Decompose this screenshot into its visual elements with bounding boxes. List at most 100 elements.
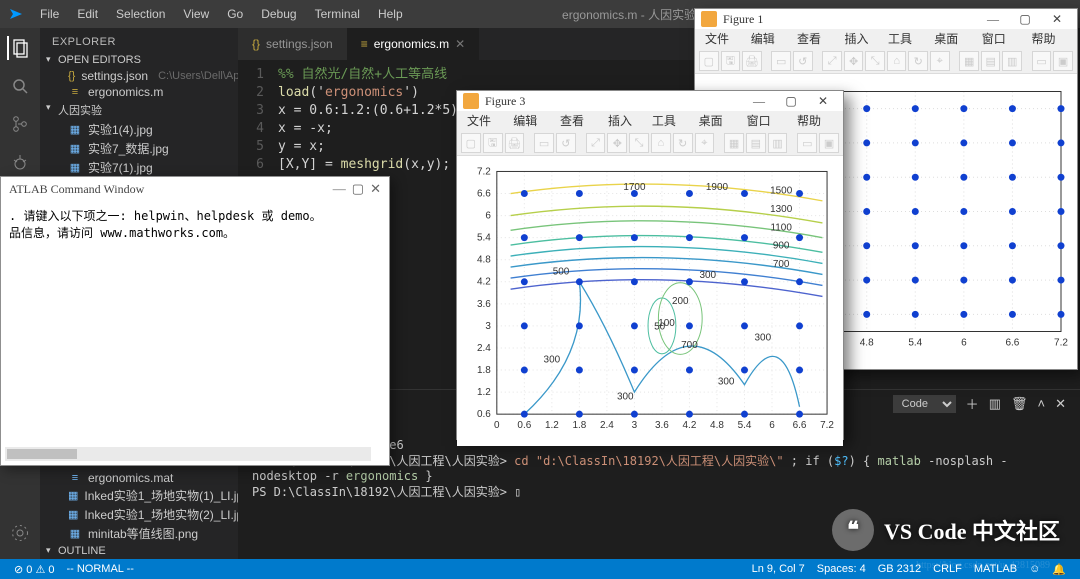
fig-menu-item[interactable]: 插入(I) [604, 111, 644, 131]
toolbar-button[interactable]: ↻ [908, 51, 928, 71]
file-item[interactable]: ▦实验7(1).jpg [40, 158, 238, 177]
toolbar-button[interactable]: ✥ [607, 133, 627, 153]
toolbar-button[interactable]: ⌖ [930, 51, 950, 71]
toolbar-button[interactable]: ⌖ [695, 133, 715, 153]
toolbar-button[interactable]: ▣ [819, 133, 839, 153]
toolbar-button[interactable]: ▭ [771, 51, 791, 71]
toolbar-button[interactable]: ▭ [797, 133, 817, 153]
open-editor-item[interactable]: ≡ergonomics.m [40, 84, 238, 100]
toolbar-button[interactable]: ▥ [1002, 51, 1022, 71]
toolbar-button[interactable]: ↻ [673, 133, 693, 153]
panel-split-icon[interactable]: ▥ [989, 396, 1001, 412]
fig-menu-item[interactable]: 文件(F) [463, 111, 505, 131]
cmdwin-close-icon[interactable]: ✕ [370, 181, 381, 197]
file-item[interactable]: ▦实验7_数据.jpg [40, 139, 238, 158]
toolbar-button[interactable]: ✥ [844, 51, 864, 71]
toolbar-button[interactable]: ▢ [699, 51, 719, 71]
file-icon: ≡ [361, 37, 368, 51]
toolbar-button[interactable]: ▤ [746, 133, 766, 153]
toolbar-button[interactable]: ⤡ [629, 133, 649, 153]
menu-edit[interactable]: Edit [69, 3, 106, 25]
menu-go[interactable]: Go [219, 3, 251, 25]
file-item[interactable]: ▦实验1(4).jpg [40, 120, 238, 139]
toolbar-button[interactable]: ▭ [1032, 51, 1052, 71]
fig1-close-button[interactable]: ✕ [1043, 9, 1071, 29]
fig-menu-item[interactable]: 工具(T) [884, 29, 926, 49]
toolbar-button[interactable]: ⌂ [651, 133, 671, 153]
toolbar-button[interactable]: ▭ [534, 133, 554, 153]
toolbar-button[interactable]: 🖫 [721, 51, 741, 71]
fig3-max-button[interactable]: ▢ [777, 91, 805, 111]
toolbar-button[interactable]: 🖫 [483, 133, 503, 153]
fig-menu-item[interactable]: 查看(V) [793, 29, 836, 49]
fig-menu-item[interactable]: 帮助(H) [793, 111, 837, 131]
menu-help[interactable]: Help [370, 3, 411, 25]
fig-menu-item[interactable]: 窗口(W) [743, 111, 789, 131]
fig1-max-button[interactable]: ▢ [1011, 9, 1039, 29]
toolbar-button[interactable]: 🖨 [742, 51, 762, 71]
cmdwin-body[interactable]: . 请键入以下项之一: helpwin、helpdesk 或 demo。 品信息… [1, 201, 389, 465]
toolbar-button[interactable]: ▤ [981, 51, 1001, 71]
folder-section[interactable]: 人因实验 [40, 100, 238, 120]
file-item[interactable]: ▦minitab等值线图.png [40, 524, 238, 543]
file-item[interactable]: ▦Inked实验1_场地实物(2)_LI.jpg [40, 505, 238, 524]
menu-file[interactable]: File [32, 3, 67, 25]
status-item[interactable]: Ln 9, Col 7 [746, 563, 811, 576]
editor-tab[interactable]: {}settings.json [238, 28, 347, 60]
file-item[interactable]: ▦Inked实验1_场地实物(1)_LI.jpg [40, 486, 238, 505]
toolbar-button[interactable]: ▦ [724, 133, 744, 153]
menu-selection[interactable]: Selection [108, 3, 173, 25]
cmdwin-scrollbar[interactable] [5, 447, 371, 461]
cmdwin-max-icon[interactable]: ▢ [352, 181, 364, 197]
menu-view[interactable]: View [175, 3, 217, 25]
toolbar-button[interactable]: ⤢ [586, 133, 606, 153]
figure3-axes[interactable]: 00.61.21.82.433.64.24.85.466.67.20.61.21… [457, 156, 843, 446]
fig-menu-item[interactable]: 查看(V) [556, 111, 600, 131]
fig-menu-item[interactable]: 桌面(D) [930, 29, 973, 49]
toolbar-button[interactable]: ▢ [461, 133, 481, 153]
status-item[interactable]: 🔔 [1046, 563, 1072, 576]
fig3-close-button[interactable]: ✕ [809, 91, 837, 111]
status-item[interactable]: Spaces: 4 [811, 563, 872, 576]
fig-menu-item[interactable]: 编辑(E) [509, 111, 552, 131]
toolbar-button[interactable]: ▥ [768, 133, 788, 153]
settings-activity-icon[interactable] [8, 521, 32, 545]
fig-menu-item[interactable]: 插入(I) [841, 29, 880, 49]
git-activity-icon[interactable] [8, 112, 32, 136]
fig-menu-item[interactable]: 文件(F) [701, 29, 743, 49]
fig-menu-item[interactable]: 工具(T) [648, 111, 691, 131]
fig-menu-item[interactable]: 桌面(D) [695, 111, 739, 131]
toolbar-button[interactable]: ⌂ [887, 51, 907, 71]
toolbar-button[interactable]: ↺ [556, 133, 576, 153]
fig3-min-button[interactable]: — [745, 91, 773, 111]
tab-close-icon[interactable]: ✕ [455, 37, 465, 51]
status-item[interactable]: ⊘ 0 ⚠ 0 [8, 563, 60, 576]
toolbar-button[interactable]: ⤢ [822, 51, 842, 71]
debug-activity-icon[interactable] [8, 150, 32, 174]
cmdwin-min-icon[interactable]: — [333, 181, 346, 197]
menu-terminal[interactable]: Terminal [307, 3, 368, 25]
open-editors-section[interactable]: OPEN EDITORS [40, 52, 238, 68]
terminal-selector[interactable]: Code [893, 395, 956, 413]
menu-debug[interactable]: Debug [253, 3, 304, 25]
file-item[interactable]: ≡ergonomics.mat [40, 470, 238, 486]
toolbar-button[interactable]: ⤡ [865, 51, 885, 71]
search-activity-icon[interactable] [8, 74, 32, 98]
toolbar-button[interactable]: ↺ [793, 51, 813, 71]
toolbar-button[interactable]: ▦ [959, 51, 979, 71]
panel-up-icon[interactable]: ˄ [1038, 396, 1046, 411]
explorer-activity-icon[interactable] [7, 36, 31, 60]
toolbar-button[interactable]: 🖨 [505, 133, 525, 153]
fig1-min-button[interactable]: — [979, 9, 1007, 29]
panel-close-icon[interactable]: ✕ [1055, 396, 1066, 412]
toolbar-button[interactable]: ▣ [1053, 51, 1073, 71]
fig-menu-item[interactable]: 窗口(W) [978, 29, 1024, 49]
fig-menu-item[interactable]: 编辑(E) [747, 29, 789, 49]
status-item[interactable]: -- NORMAL -- [60, 563, 139, 576]
panel-trash-icon[interactable]: 🗑 [1011, 396, 1028, 412]
open-editor-item[interactable]: {}settings.jsonC:\Users\Dell\AppData\Roa… [40, 68, 238, 84]
editor-tab[interactable]: ≡ergonomics.m✕ [347, 28, 479, 60]
panel-new-icon[interactable]: ＋ [966, 394, 979, 413]
outline-section[interactable]: OUTLINE [40, 543, 238, 559]
fig-menu-item[interactable]: 帮助(H) [1028, 29, 1071, 49]
